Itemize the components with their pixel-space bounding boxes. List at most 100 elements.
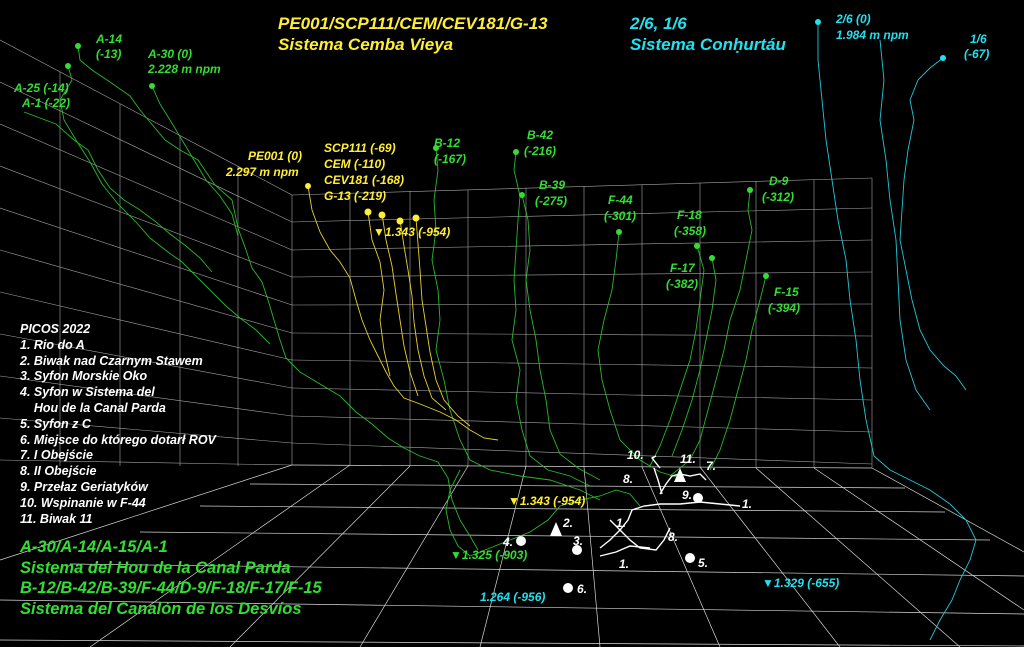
point-marker-6 [563, 583, 573, 593]
legend-item: 10. Wspinanie w F-44 [20, 495, 146, 510]
label-b12: B-12 [434, 136, 461, 150]
depth-1329: ▼1.329 (-655) [762, 576, 840, 590]
label-f17-depth: (-382) [666, 277, 699, 291]
entrance-dot-g13 [412, 214, 420, 222]
entrance-dot-d9 [747, 187, 753, 193]
point-marker-9 [693, 493, 703, 503]
label-scp111: SCP111 (-69) [324, 141, 396, 155]
legend-item: 8. II Obejście [20, 464, 97, 479]
label-26-alt: 1.984 m npm [836, 28, 909, 42]
legend-item: 2. Biwak nad Czarnym Stawem [20, 353, 203, 368]
entrance-dot-f44 [616, 229, 622, 235]
label-f18: F-18 [677, 208, 702, 222]
point-label-6: 6. [577, 582, 588, 596]
label-cev181: CEV181 (-168) [324, 173, 405, 187]
legend-item: 5. Syfon z C [20, 416, 91, 431]
point-marker-4 [516, 536, 526, 546]
label-f18-depth: (-358) [674, 224, 707, 238]
legend-title: PICOS 2022 [20, 322, 91, 336]
point-label-4: 4. [503, 535, 514, 549]
system-line: B-12/B-42/B-39/F-44/D-9/F-18/F-17/F-15 [20, 579, 322, 597]
label-pe001-alt: 2.297 m npm [226, 165, 299, 179]
system-line: Sistema del Hou de la Canal Parda [20, 558, 291, 577]
entrance-dot-26 [815, 19, 821, 25]
depth-1264: 1.264 (-956) [480, 590, 546, 604]
point-label-5: 5. [698, 556, 709, 570]
point-label-10: 10. [627, 448, 644, 462]
legend-item: Hou de la Canal Parda [20, 400, 166, 415]
entrance-dot-16 [940, 55, 946, 61]
legend-item: 7. I Obejście [20, 448, 93, 463]
legend-item: 3. Syfon Morskie Oko [20, 369, 148, 384]
label-g13: G-13 (-219) [324, 189, 387, 203]
legend-item: 6. Miejsce do którego dotarł ROV [20, 432, 216, 447]
entrance-dot-cem [378, 211, 386, 219]
entrance-dot-a14 [75, 43, 81, 49]
entrance-dot-pe001 [305, 183, 311, 189]
title-cemba-ids: PE001/SCP111/CEM/CEV181/G-13 [278, 14, 548, 33]
bivouac-marker-2 [550, 522, 562, 536]
label-a25: A-25 (-14) [14, 81, 69, 95]
legend-item: 4. Syfon w Sistema del [20, 385, 155, 400]
point-label-1c: 1. [619, 557, 630, 571]
depth-1325: ▼1.325 (-903) [450, 548, 528, 562]
label-16: 1/6 [970, 32, 987, 46]
green-survey-desvios [431, 147, 767, 557]
label-b39-depth: (-275) [535, 194, 568, 208]
entrance-dot-cev181 [396, 217, 404, 225]
point-label-1a: 1. [742, 497, 753, 511]
point-label-3: 3. [573, 534, 584, 548]
label-d9: D-9 [769, 174, 789, 188]
system-line: A-30/A-14/A-15/A-1 [20, 538, 168, 556]
label-a14: A-14 [96, 32, 123, 46]
label-b42-depth: (-216) [524, 144, 557, 158]
point-label-9: 9. [682, 488, 693, 502]
label-d9-depth: (-312) [762, 190, 795, 204]
title-cemba-name: Sistema Cemba Vieya [278, 35, 454, 54]
depth-1343-bottom: ▼1.343 (-954) [508, 494, 586, 508]
point-marker-5 [685, 553, 695, 563]
cyan-survey-conhurtau [817, 22, 977, 641]
label-b42: B-42 [527, 128, 554, 142]
entrance-dot-f17 [709, 255, 715, 261]
label-a30: A-30 (0) [148, 47, 193, 61]
legend-item: 11. Biwak 11 [20, 511, 93, 526]
arrow-marker-10 [650, 455, 661, 469]
legend-item: 1. Rio do A [20, 337, 85, 352]
label-a14-depth: (-13) [96, 47, 122, 61]
label-16-depth: (-67) [964, 47, 990, 61]
back-wall-grid [291, 177, 873, 468]
point-label-11: 11. [680, 452, 696, 466]
label-b12-depth: (-167) [434, 152, 467, 166]
depth-1343-top: ▼1.343 (-954) [373, 225, 451, 239]
point-label-1b: 1. [616, 516, 627, 530]
entrance-dot-a25 [65, 63, 71, 69]
label-f15: F-15 [774, 285, 799, 299]
point-label-2: 2. [563, 516, 574, 530]
system-line: Sistema del Canalón de los Desvíos [20, 599, 302, 618]
label-f44: F-44 [608, 193, 633, 207]
entrance-dot-b42 [513, 149, 519, 155]
label-f15-depth: (-394) [768, 301, 801, 315]
label-f17: F-17 [670, 261, 695, 275]
entrance-dot-scp111 [364, 208, 372, 216]
title-conhurtau-name: Sistema Conḥurtáu [630, 35, 786, 54]
point-label-8b: 8. [668, 530, 679, 544]
label-b39: B-39 [539, 178, 566, 192]
point-label-8a: 8. [623, 472, 634, 486]
entrance-dot-f18 [694, 243, 700, 249]
point-label-7: 7. [706, 459, 717, 473]
entrance-dot-a30 [149, 83, 155, 89]
label-a1: A-1 (-22) [22, 96, 71, 110]
label-26: 2/6 (0) [836, 12, 871, 26]
title-conhurtau-ids: 2/6, 1/6 [630, 14, 687, 33]
label-a30-alt: 2.228 m npm [148, 62, 221, 76]
label-cem: CEM (-110) [324, 157, 386, 171]
systems-legend: A-30/A-14/A-15/A-1 Sistema del Hou de la… [20, 537, 322, 619]
picos-legend: PICOS 2022 1. Rio do A 2. Biwak nad Czar… [20, 322, 216, 527]
label-pe001: PE001 (0) [248, 149, 303, 163]
entrance-dot-b39 [519, 192, 525, 198]
entrance-dot-f15 [763, 273, 769, 279]
label-f44-depth: (-301) [604, 209, 637, 223]
legend-item: 9. Przełaz Geriatyków [20, 479, 148, 494]
